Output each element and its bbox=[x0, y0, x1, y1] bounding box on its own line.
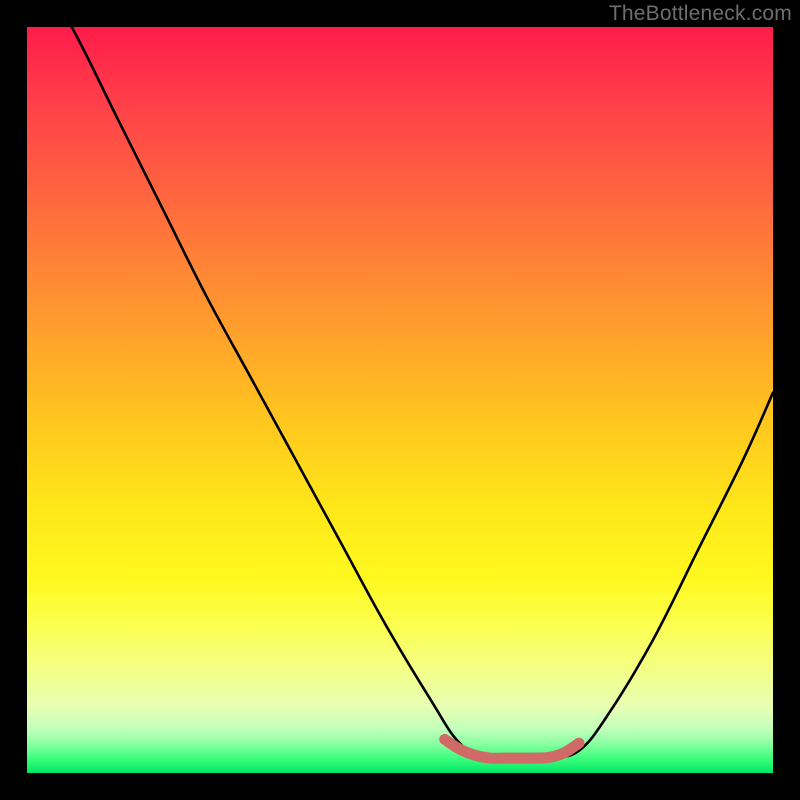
chart-frame: TheBottleneck.com bbox=[0, 0, 800, 800]
bottleneck-curve bbox=[27, 0, 773, 759]
plot-area bbox=[27, 27, 773, 773]
optimal-band bbox=[445, 739, 579, 758]
watermark-text: TheBottleneck.com bbox=[609, 2, 792, 26]
chart-svg bbox=[27, 27, 773, 773]
